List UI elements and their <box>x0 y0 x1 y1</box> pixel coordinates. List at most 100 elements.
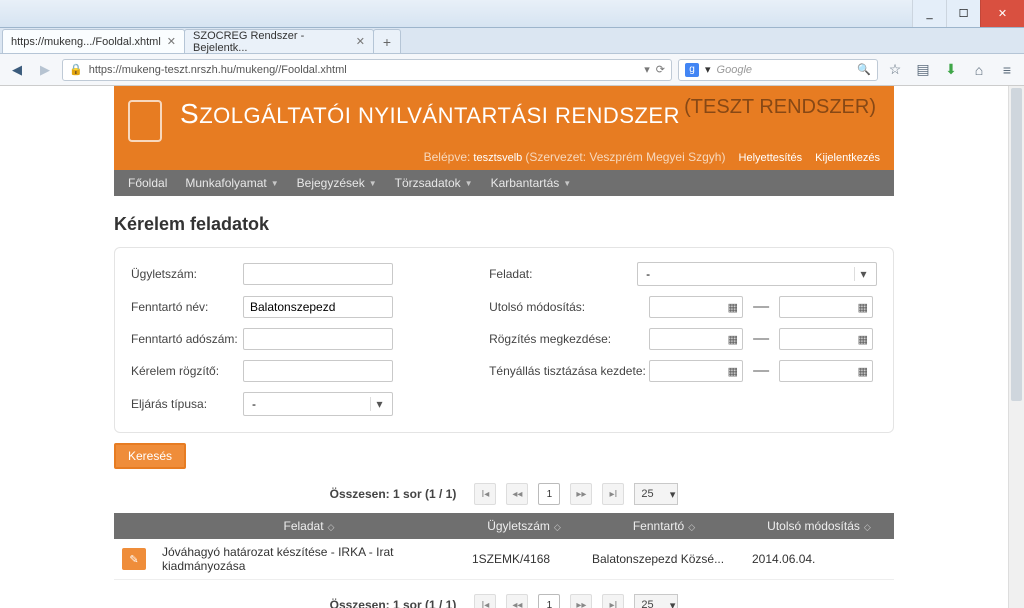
menu-item-bejegyzesek[interactable]: Bejegyzések▼ <box>289 170 385 196</box>
download-icon[interactable]: ⬇ <box>940 59 962 81</box>
window-maximize-button[interactable]: ☐ <box>946 0 980 27</box>
pager-size[interactable]: 25▾ <box>634 483 678 505</box>
col-ugyletszam[interactable]: Ügyletszám <box>487 519 550 533</box>
range-dash: — <box>753 362 769 380</box>
pager-first[interactable]: I◂ <box>474 483 496 505</box>
google-icon: g <box>685 63 699 77</box>
window-minimize-button[interactable]: _ <box>912 0 946 27</box>
close-icon[interactable]: ✕ <box>356 35 365 48</box>
cell-ugyletszam: 1SZEMK/4168 <box>464 539 584 580</box>
vertical-scrollbar[interactable] <box>1008 86 1024 608</box>
pager-summary: Összesen: 1 sor (1 / 1) <box>330 487 457 501</box>
back-button[interactable]: ◀ <box>6 59 28 81</box>
bookmark-star-icon[interactable]: ☆ <box>884 59 906 81</box>
search-placeholder: Google <box>717 64 752 76</box>
sort-icon: ◇ <box>864 522 871 532</box>
select-eljaras-tipusa[interactable]: - ▾ <box>243 392 393 416</box>
edit-button[interactable]: ✎ <box>122 548 146 570</box>
pager-top: Összesen: 1 sor (1 / 1) I◂ ◂◂ 1 ▸▸ ▸I 25… <box>114 483 894 505</box>
chevron-down-icon: ▾ <box>854 267 872 281</box>
chevron-down-icon: ▾ <box>370 397 388 411</box>
crest-icon <box>128 100 162 142</box>
col-utolso[interactable]: Utolsó módosítás <box>767 519 860 533</box>
col-feladat[interactable]: Feladat <box>284 519 324 533</box>
table-row: ✎ Jóváhagyó határozat készítése - IRKA -… <box>114 539 894 580</box>
date-from-tenyallas[interactable]: ▦ <box>649 360 743 382</box>
chevron-down-icon: ▾ <box>670 488 676 501</box>
input-ugyletszam[interactable] <box>243 263 393 285</box>
menu-item-karbantartas[interactable]: Karbantartás▼ <box>483 170 580 196</box>
col-fenntarto[interactable]: Fenntartó <box>633 519 684 533</box>
scrollbar-thumb[interactable] <box>1011 88 1022 401</box>
window-close-button[interactable]: ✕ <box>980 0 1024 27</box>
date-from-utolso[interactable]: ▦ <box>649 296 743 318</box>
menu-icon[interactable]: ≡ <box>996 59 1018 81</box>
link-substitute[interactable]: Helyettesítés <box>739 152 803 164</box>
date-to-tenyallas[interactable]: ▦ <box>779 360 873 382</box>
pager-page[interactable]: 1 <box>538 594 560 608</box>
pager-page[interactable]: 1 <box>538 483 560 505</box>
page-title: Kérelem feladatok <box>114 214 894 235</box>
calendar-icon: ▦ <box>858 365 868 378</box>
browser-tab[interactable]: https://mukeng.../Fooldal.xhtml ✕ <box>2 29 185 53</box>
calendar-icon: ▦ <box>728 365 738 378</box>
lock-icon: 🔒 <box>69 63 83 76</box>
calendar-icon: ▦ <box>728 301 738 314</box>
date-to-rogzites[interactable]: ▦ <box>779 328 873 350</box>
menu-item-torzsadatok[interactable]: Törzsadatok▼ <box>387 170 481 196</box>
link-logout[interactable]: Kijelentkezés <box>815 152 880 164</box>
label-eljaras-tipusa: Eljárás típusa: <box>131 397 243 411</box>
calendar-icon: ▦ <box>858 333 868 346</box>
menu-item-munkafolyamat[interactable]: Munkafolyamat▼ <box>177 170 286 196</box>
label-tenyallas: Tényállás tisztázása kezdete: <box>489 364 649 378</box>
label-fenntarto-nev: Fenntartó név: <box>131 300 243 314</box>
reload-icon[interactable]: ⟳ <box>656 63 665 76</box>
new-tab-button[interactable]: + <box>373 29 401 53</box>
pager-prev[interactable]: ◂◂ <box>506 483 528 505</box>
url-text: https://mukeng-teszt.nrszh.hu/mukeng//Fo… <box>89 64 347 76</box>
browser-navbar: ◀ ▶ 🔒 https://mukeng-teszt.nrszh.hu/muke… <box>0 54 1024 86</box>
search-button[interactable]: Keresés <box>114 443 186 469</box>
date-to-utolso[interactable]: ▦ <box>779 296 873 318</box>
range-dash: — <box>753 330 769 348</box>
pager-last[interactable]: ▸I <box>602 594 624 608</box>
org-label: (Szervezet: Veszprém Megyei Szgyh) <box>525 150 725 164</box>
label-kerelem-rogzito: Kérelem rögzítő: <box>131 364 243 378</box>
select-feladat[interactable]: - ▾ <box>637 262 877 286</box>
cell-fenntarto: Balatonszepezd Közsé... <box>584 539 744 580</box>
sort-icon: ◇ <box>688 522 695 532</box>
label-feladat: Feladat: <box>489 267 637 281</box>
dropdown-icon[interactable]: ▾ <box>644 63 650 76</box>
browser-search[interactable]: g ▾ Google 🔍 <box>678 59 878 81</box>
search-icon[interactable]: 🔍 <box>857 63 871 76</box>
calendar-icon: ▦ <box>728 333 738 346</box>
pager-prev[interactable]: ◂◂ <box>506 594 528 608</box>
home-icon[interactable]: ⌂ <box>968 59 990 81</box>
pager-last[interactable]: ▸I <box>602 483 624 505</box>
pager-size[interactable]: 25▾ <box>634 594 678 608</box>
browser-tabstrip: https://mukeng.../Fooldal.xhtml ✕ SZOCRE… <box>0 28 1024 54</box>
chevron-down-icon: ▾ <box>670 599 676 608</box>
main-menu: Főoldal Munkafolyamat▼ Bejegyzések▼ Törz… <box>114 170 894 196</box>
forward-button[interactable]: ▶ <box>34 59 56 81</box>
cell-feladat: Jóváhagyó határozat készítése - IRKA - I… <box>154 539 464 580</box>
pager-bottom: Összesen: 1 sor (1 / 1) I◂ ◂◂ 1 ▸▸ ▸I 25… <box>114 594 894 608</box>
label-fenntarto-adoszam: Fenntartó adószám: <box>131 332 243 346</box>
pager-next[interactable]: ▸▸ <box>570 483 592 505</box>
browser-tab[interactable]: SZOCREG Rendszer - Bejelentk... ✕ <box>184 29 374 53</box>
url-bar[interactable]: 🔒 https://mukeng-teszt.nrszh.hu/mukeng//… <box>62 59 672 81</box>
pager-next[interactable]: ▸▸ <box>570 594 592 608</box>
range-dash: — <box>753 298 769 316</box>
chevron-down-icon: ▼ <box>563 179 571 188</box>
pager-first[interactable]: I◂ <box>474 594 496 608</box>
chevron-down-icon: ▼ <box>271 179 279 188</box>
window-titlebar: _ ☐ ✕ <box>0 0 1024 28</box>
tab-label: https://mukeng.../Fooldal.xhtml <box>11 36 161 48</box>
input-kerelem-rogzito[interactable] <box>243 360 393 382</box>
date-from-rogzites[interactable]: ▦ <box>649 328 743 350</box>
input-fenntarto-nev[interactable] <box>243 296 393 318</box>
library-icon[interactable]: ▤ <box>912 59 934 81</box>
close-icon[interactable]: ✕ <box>167 35 176 48</box>
menu-item-fooldal[interactable]: Főoldal <box>120 170 175 196</box>
input-fenntarto-adoszam[interactable] <box>243 328 393 350</box>
